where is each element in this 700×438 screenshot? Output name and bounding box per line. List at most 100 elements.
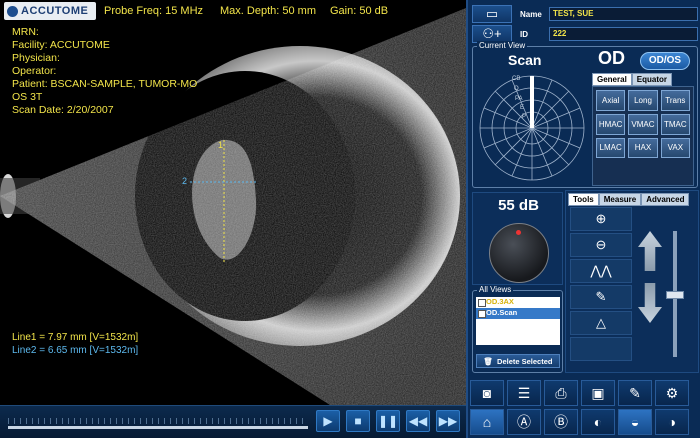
line2-measurement: Line2 = 6.65 mm [V=1532m] — [12, 345, 139, 356]
polar-label-pa: PA — [515, 96, 523, 102]
bscan-mode-button[interactable]: Ⓑ — [544, 409, 578, 435]
hmac-button[interactable]: HMAC — [596, 113, 626, 135]
tab-advanced[interactable]: Advanced — [641, 193, 690, 206]
knob-indicator — [516, 230, 521, 235]
ubm-mode-button[interactable]: ◒ — [618, 409, 652, 435]
tab-general[interactable]: General — [592, 73, 632, 86]
action-toolbar: ◙ ☰ ⎙ ▣ ✎ ⚙ — [470, 380, 689, 406]
stop-button[interactable]: ■ — [346, 410, 370, 432]
tab-measure[interactable]: Measure — [598, 193, 642, 206]
gain-control: 55 dB — [472, 192, 563, 285]
facility: Facility: ACCUTOME — [12, 39, 110, 51]
forward-icon: ▶▶ — [438, 414, 458, 428]
zoom-in-icon: ⊕ — [595, 211, 607, 226]
b-scan-icon: Ⓑ — [554, 414, 568, 430]
document-icon: ☰ — [517, 384, 531, 401]
tab-equator[interactable]: Equator — [631, 73, 673, 86]
list-item[interactable]: OD.Scan — [476, 308, 560, 319]
scan-date: Scan Date: 2/20/2007 — [12, 104, 114, 116]
control-panel: ▭ Name TEST, SUE ⚇+ ID 222 Current View … — [466, 0, 700, 438]
name-field[interactable]: TEST, SUE — [549, 7, 698, 21]
all-views-group: All Views OD.3AX OD.Scan 🗑 Delete Select… — [472, 285, 563, 373]
delete-selected-button[interactable]: 🗑 Delete Selected — [476, 354, 560, 368]
tool-list: ⊕ ⊖ ⋀⋀ ✎ △ — [570, 207, 632, 363]
name-row: ▭ Name TEST, SUE — [472, 4, 698, 24]
scan-label: Scan — [508, 52, 542, 68]
logo-mark-icon — [7, 5, 18, 17]
patient: Patient: BSCAN-SAMPLE, TUMOR-MO — [12, 78, 198, 90]
tools-panel: Tools Measure Advanced ⊕ ⊖ ⋀⋀ ✎ △ — [565, 190, 699, 373]
play-icon: ▶ — [323, 414, 333, 428]
views-list: OD.3AX OD.Scan — [476, 297, 560, 345]
polar-label-o: O — [514, 86, 519, 92]
tool-empty-slot[interactable] — [570, 337, 632, 361]
arrow-down-button[interactable] — [638, 283, 662, 323]
zoom-out-button[interactable]: ⊖ — [570, 233, 632, 257]
pachymetry-icon: ◑ — [667, 414, 677, 430]
marker-1: 1 — [218, 140, 224, 150]
forward-button[interactable]: ▶▶ — [436, 410, 460, 432]
view-tabs: General Equator — [592, 73, 673, 86]
polar-diagram[interactable]: CB O PA E P — [476, 68, 588, 184]
stop-icon: ■ — [354, 414, 362, 428]
gain-knob[interactable] — [489, 223, 549, 283]
folder-button[interactable]: ▭ — [472, 5, 512, 23]
rewind-icon: ◀◀ — [408, 414, 428, 428]
gain-readout: Gain: 50 dB — [330, 5, 389, 17]
ascan-mode-button[interactable]: Ⓐ — [507, 409, 541, 435]
long-button[interactable]: Long — [628, 90, 658, 111]
vax-button[interactable]: VAX — [660, 137, 690, 159]
lmac-button[interactable]: LMAC — [596, 137, 626, 159]
probe-freq: Probe Freq: 15 MHz — [104, 5, 204, 17]
ascan-button[interactable]: ⋀⋀ — [570, 259, 632, 283]
zoom-in-button[interactable]: ⊕ — [570, 207, 632, 231]
gear-icon: ⚙ — [665, 384, 679, 401]
list-item[interactable]: OD.3AX — [476, 297, 560, 308]
annotate-button[interactable]: ✎ — [570, 285, 632, 309]
line1-measurement: Line1 = 7.97 mm [V=1532m] — [12, 332, 139, 343]
rewind-button[interactable]: ◀◀ — [406, 410, 430, 432]
eye-probe-icon: ◐ — [593, 414, 603, 430]
tools-tabs: Tools Measure Advanced — [568, 193, 690, 206]
pachymetry-mode-button[interactable]: ◑ — [655, 409, 689, 435]
tool-slider-thumb[interactable] — [666, 291, 684, 299]
save-icon: ▣ — [591, 384, 605, 401]
accutome-logo: ACCUTOME — [4, 2, 96, 20]
settings-button[interactable]: ⚙ — [655, 380, 689, 406]
folder-icon: ▭ — [485, 6, 499, 21]
report-button[interactable]: ☰ — [507, 380, 541, 406]
play-button[interactable]: ▶ — [316, 410, 340, 432]
camera-button[interactable]: ◙ — [470, 380, 504, 406]
timeline-track[interactable] — [8, 426, 308, 429]
tmac-button[interactable]: TMAC — [660, 113, 690, 135]
hax-button[interactable]: HAX — [628, 137, 658, 159]
home-icon: ⌂ — [482, 414, 492, 430]
home-button[interactable]: ⌂ — [470, 409, 504, 435]
arrow-up-button[interactable] — [638, 231, 662, 271]
id-field[interactable]: 222 — [549, 27, 698, 41]
trans-button[interactable]: Trans — [660, 90, 690, 111]
print-button[interactable]: ⎙ — [544, 380, 578, 406]
camera-icon: ◙ — [482, 385, 492, 401]
zoom-out-icon: ⊖ — [595, 237, 607, 252]
axial-button[interactable]: Axial — [596, 90, 626, 111]
vmac-button[interactable]: VMAC — [628, 113, 658, 135]
view-button-grid: Axial Long Trans HMAC VMAC TMAC LMAC HAX… — [592, 86, 694, 186]
od-os-button[interactable]: OD/OS — [640, 52, 690, 70]
mode-toolbar: ⌂ Ⓐ Ⓑ ◐ ◒ ◑ — [470, 409, 689, 435]
probe-mode-button[interactable]: ◐ — [581, 409, 615, 435]
pause-button[interactable]: ❚❚ — [376, 410, 400, 432]
scan-direction-indicator — [530, 76, 534, 128]
gain-value: 55 dB — [498, 197, 539, 214]
probe-icon: △ — [596, 315, 606, 330]
probe-view-button[interactable]: △ — [570, 311, 632, 335]
trash-icon: 🗑 — [483, 356, 494, 366]
edit-button[interactable]: ✎ — [618, 380, 652, 406]
save-button[interactable]: ▣ — [581, 380, 615, 406]
operator: Operator: — [12, 65, 57, 77]
max-depth: Max. Depth: 50 mm — [220, 5, 316, 17]
eye-label: OD — [598, 48, 625, 68]
tab-tools[interactable]: Tools — [568, 193, 599, 206]
polar-label-e: E — [520, 105, 524, 111]
ultrasound-viewport[interactable]: ACCUTOME Probe Freq: 15 MHz Max. Depth: … — [0, 0, 466, 405]
